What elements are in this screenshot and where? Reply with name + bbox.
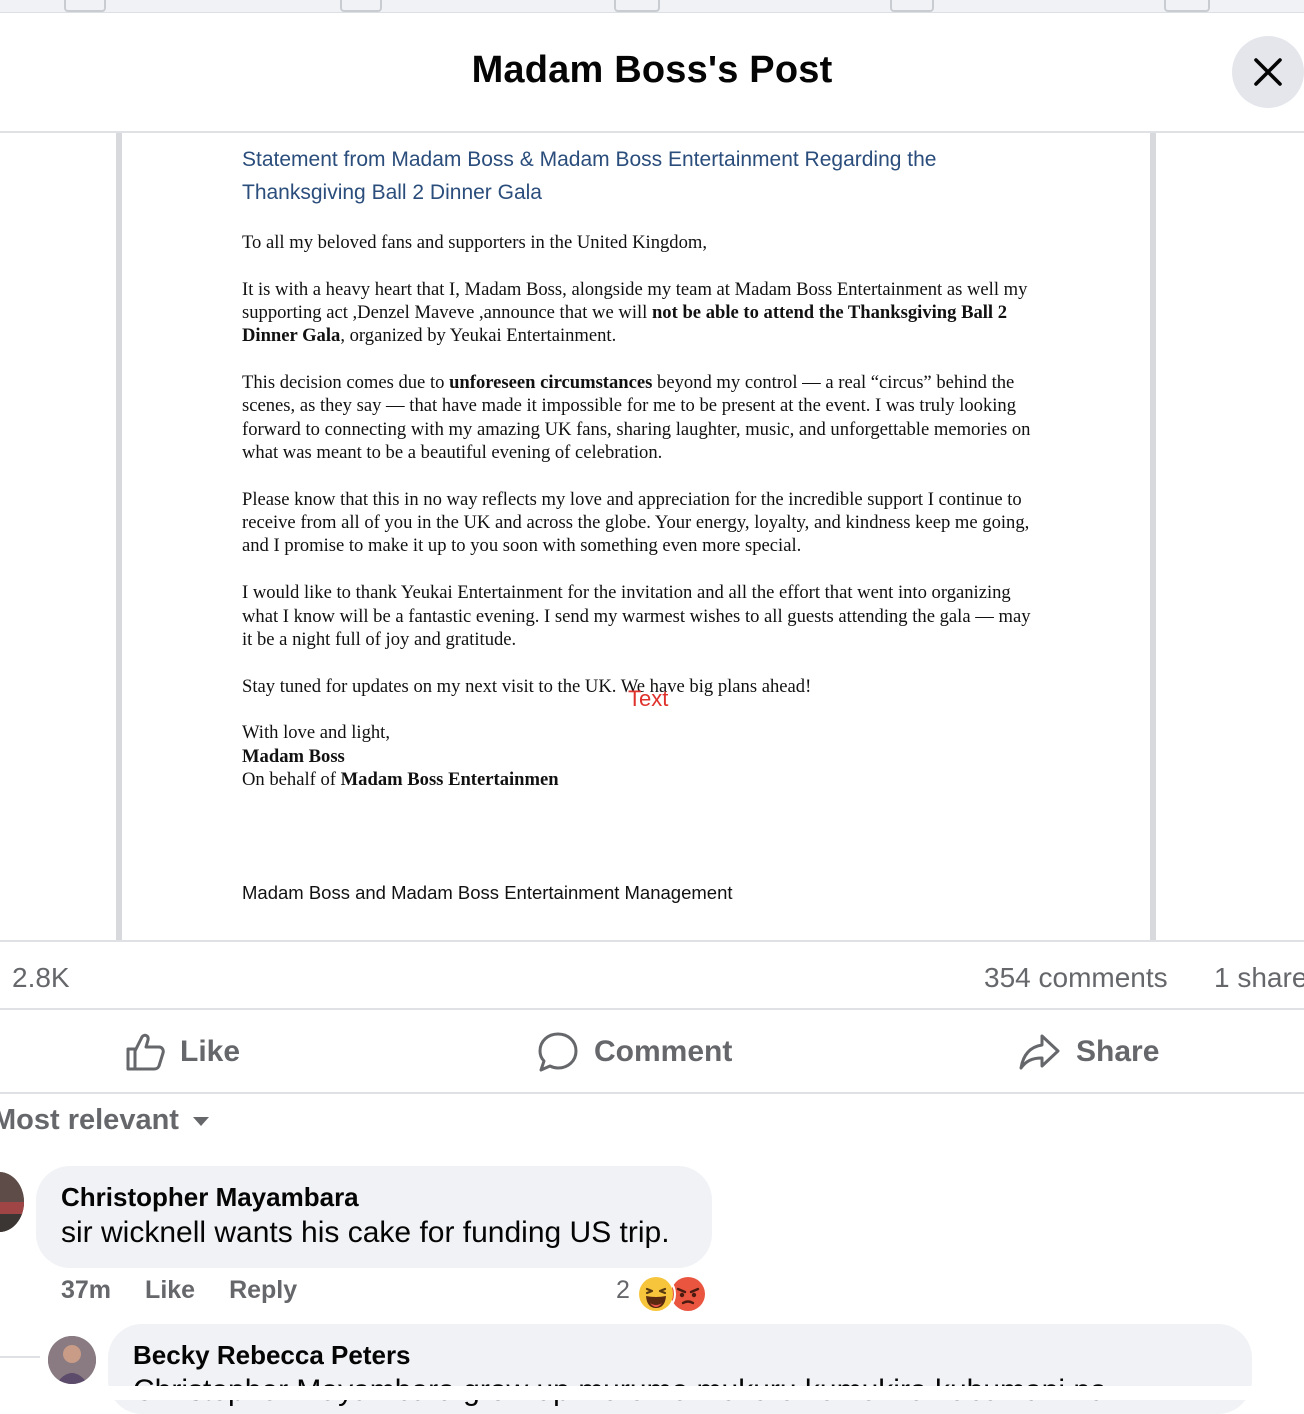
document-title-line: Statement from Madam Boss & Madam Boss E… bbox=[242, 148, 937, 171]
text-run: , organized by Yeukai Entertainment. bbox=[340, 325, 617, 347]
underlying-toolbar bbox=[0, 0, 1304, 13]
paragraph-1: It is with a heavy heart that I, Madam B… bbox=[242, 278, 1042, 348]
comment-time[interactable]: 37m bbox=[61, 1276, 111, 1305]
greeting: To all my beloved fans and supporters in… bbox=[242, 232, 708, 253]
sort-label: Most relevant bbox=[0, 1104, 179, 1136]
management-footer: Madam Boss and Madam Boss Entertainment … bbox=[242, 882, 733, 903]
paragraph-4: I would like to thank Yeukai Entertainme… bbox=[242, 582, 1031, 650]
paragraph-3: Please know that this in no way reflects… bbox=[242, 488, 1030, 557]
document-title: Statement from Madam Boss & Madam Boss E… bbox=[242, 143, 1042, 209]
document-title-line: Thanksgiving Ball 2 Dinner Gala bbox=[242, 181, 542, 204]
text-annotation: Text bbox=[628, 686, 669, 711]
post-image[interactable]: Statement from Madam Boss & Madam Boss E… bbox=[0, 133, 1304, 940]
comment-bubble: Christopher Mayambara sir wicknell wants… bbox=[36, 1166, 712, 1268]
bold-run: unforeseen circumstances bbox=[449, 372, 653, 394]
caret-down-icon bbox=[192, 1116, 209, 1126]
sign-behalf: On behalf of bbox=[242, 769, 341, 791]
comment-bubble: Becky Rebecca Peters Christopher Mayamba… bbox=[108, 1324, 1252, 1414]
reaction-count[interactable]: 2.8K bbox=[12, 962, 70, 994]
close-icon bbox=[1254, 58, 1282, 86]
share-arrow-icon bbox=[1019, 1034, 1060, 1070]
share-button[interactable]: Share bbox=[1018, 1030, 1159, 1074]
comment-label: Comment bbox=[594, 1035, 733, 1068]
comment-author[interactable]: Christopher Mayambara bbox=[61, 1182, 359, 1213]
action-bar: Like Comment Share bbox=[0, 1012, 1304, 1094]
sign-line: With love and light, bbox=[242, 722, 390, 744]
avatar[interactable] bbox=[48, 1336, 96, 1384]
avatar-photo bbox=[48, 1336, 96, 1384]
comment-like-button[interactable]: Like bbox=[145, 1276, 195, 1305]
comment-reply-button[interactable]: Reply bbox=[229, 1276, 297, 1305]
signature: With love and light, Madam Boss On behal… bbox=[242, 721, 1042, 791]
sign-name: Madam Boss bbox=[242, 745, 345, 767]
share-count[interactable]: 1 share bbox=[1214, 962, 1304, 994]
comment-sort-dropdown[interactable]: Most relevant bbox=[0, 1104, 211, 1137]
page-title: Madam Boss's Post bbox=[471, 49, 833, 91]
paragraph-2: This decision comes due to unforeseen ci… bbox=[242, 371, 1042, 464]
comment-count[interactable]: 354 comments bbox=[984, 962, 1168, 994]
comment-text: sir wicknell wants his cake for funding … bbox=[61, 1216, 670, 1249]
comment-bubble-icon bbox=[538, 1032, 578, 1072]
like-button[interactable]: Like bbox=[124, 1030, 240, 1074]
avatar[interactable] bbox=[0, 1172, 24, 1232]
thumbs-up-icon bbox=[126, 1033, 165, 1071]
comment-reaction-count[interactable]: 2 bbox=[616, 1276, 630, 1305]
reply-thread-line bbox=[0, 1356, 40, 1358]
comment-author[interactable]: Becky Rebecca Peters bbox=[133, 1340, 411, 1371]
post-stats: 2.8K 354 comments 1 share bbox=[0, 940, 1304, 1010]
comment-meta: 37m Like Reply bbox=[61, 1276, 297, 1305]
bottom-edge bbox=[0, 1386, 1304, 1400]
post-header: Madam Boss's Post bbox=[0, 13, 1304, 133]
like-label: Like bbox=[180, 1035, 241, 1068]
avatar-photo bbox=[0, 1172, 24, 1232]
text-run: This decision comes due to bbox=[242, 372, 450, 394]
haha-emoji-icon bbox=[636, 1274, 676, 1314]
comment-button[interactable]: Comment bbox=[536, 1030, 732, 1074]
share-label: Share bbox=[1076, 1035, 1160, 1068]
close-button[interactable] bbox=[1232, 36, 1304, 108]
sign-org: Madam Boss Entertainmen bbox=[340, 769, 559, 791]
document-body: To all my beloved fans and supporters in… bbox=[242, 231, 1042, 815]
statement-document: Statement from Madam Boss & Madam Boss E… bbox=[116, 133, 1156, 940]
